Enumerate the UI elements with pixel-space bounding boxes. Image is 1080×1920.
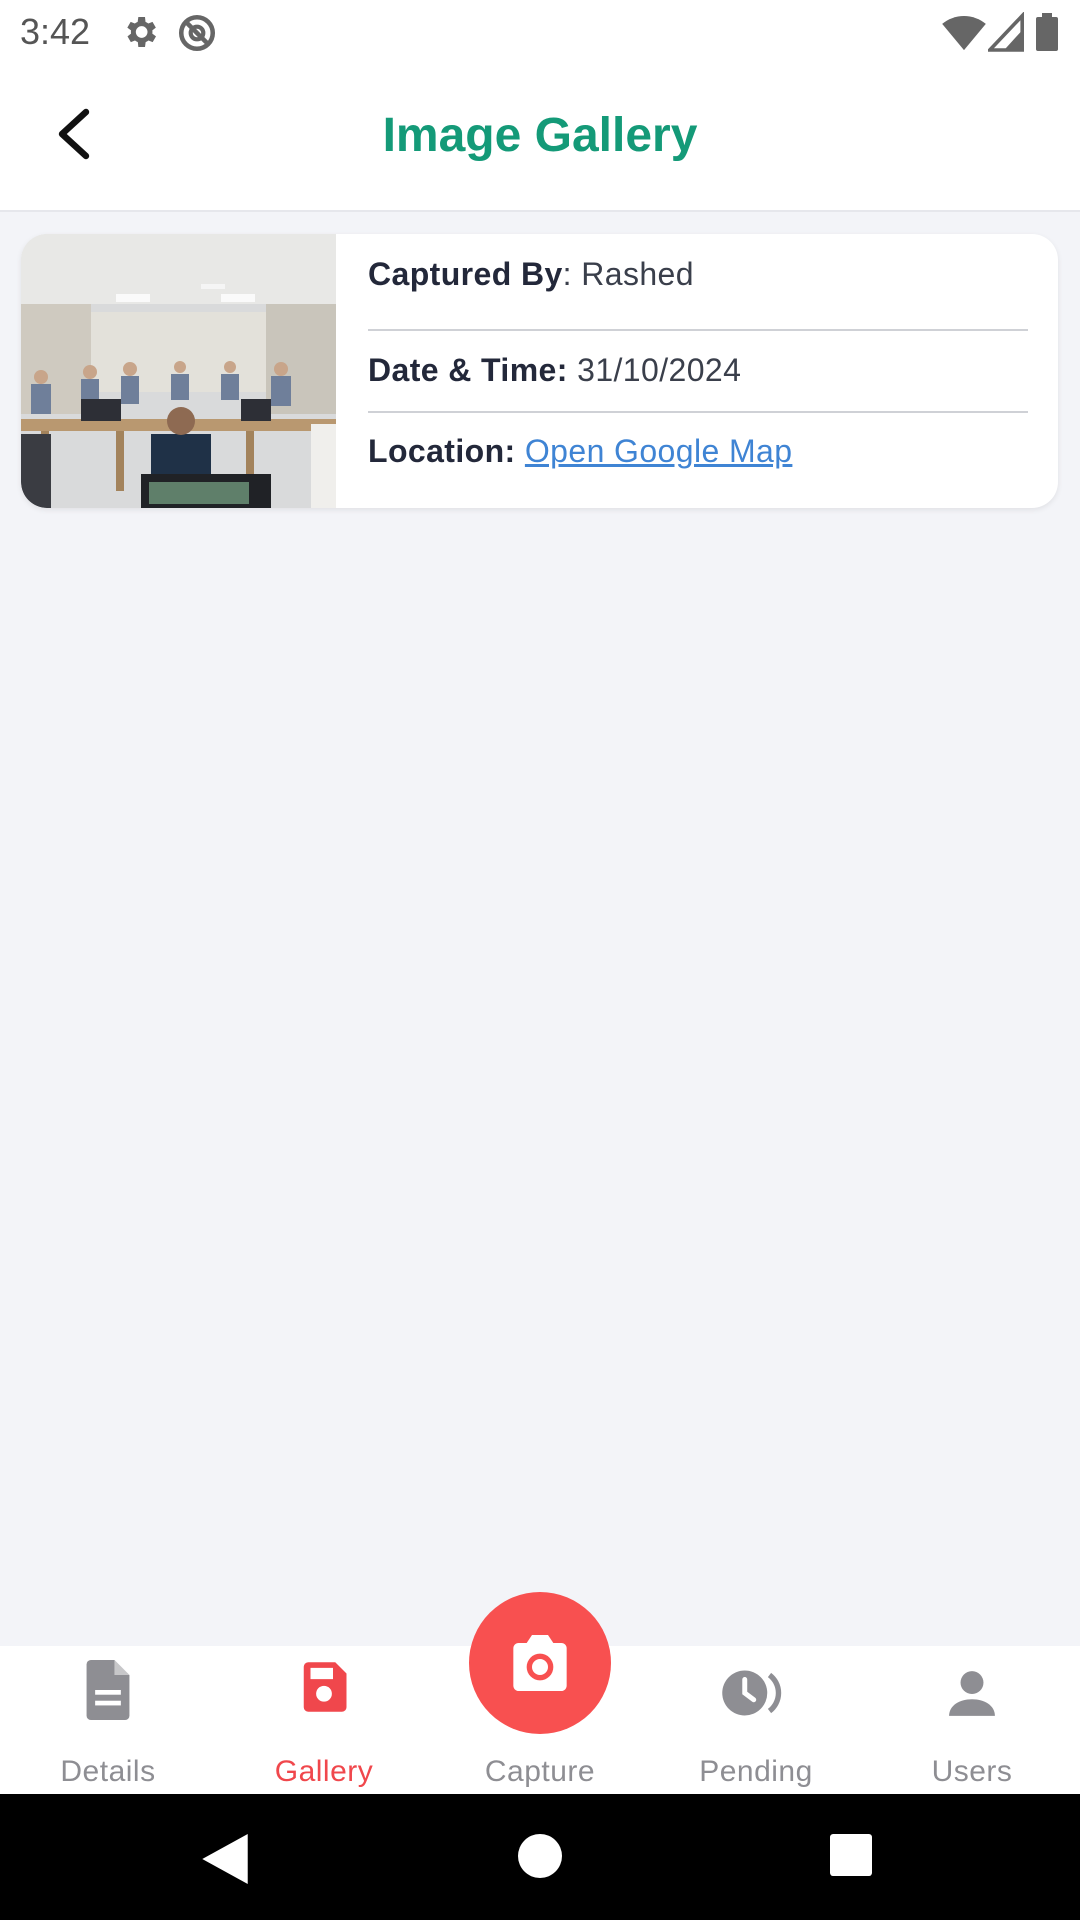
status-time: 3:42 (20, 11, 91, 52)
datetime-label: Date & Time: (368, 352, 568, 388)
pending-clock-icon (720, 1666, 792, 1725)
captured-by-label: Captured By (368, 256, 563, 292)
app-bar: Image Gallery (0, 66, 1080, 212)
settings-icon (120, 12, 160, 57)
nav-item-gallery[interactable]: Gallery (216, 1646, 432, 1794)
nav-label-details: Details (60, 1755, 156, 1788)
document-icon (82, 1660, 134, 1725)
open-google-map-link[interactable]: Open Google Map (525, 433, 793, 469)
page-title: Image Gallery (382, 109, 698, 162)
signal-icon (985, 11, 1024, 57)
location-row: Location: Open Google Map (368, 411, 1028, 492)
nav-item-users[interactable]: Users (864, 1646, 1080, 1794)
nav-label-users: Users (931, 1755, 1013, 1788)
location-label: Location: (368, 433, 516, 469)
nav-label-pending: Pending (699, 1755, 813, 1788)
wifi-icon (942, 12, 986, 57)
captured-by-row: Captured By: Rashed (368, 234, 1028, 315)
nav-label-capture: Capture (484, 1755, 596, 1788)
data-saver-icon (176, 12, 218, 59)
captured-by-colon: : (562, 256, 582, 292)
system-home-icon[interactable] (518, 1834, 562, 1883)
nav-label-gallery: Gallery (274, 1755, 374, 1788)
system-back-icon[interactable] (202, 1834, 248, 1889)
camera-icon (513, 1635, 567, 1691)
system-nav-bar (0, 1794, 1080, 1920)
captured-by-value: Rashed (581, 256, 694, 292)
datetime-value: 31/10/2024 (577, 352, 742, 388)
save-icon (297, 1660, 351, 1719)
image-info: Captured By: Rashed Date & Time: 31/10/2… (368, 234, 1028, 508)
user-icon (946, 1668, 998, 1723)
classroom-photo (21, 234, 336, 508)
datetime-row: Date & Time: 31/10/2024 (368, 330, 1028, 411)
nav-item-details[interactable]: Details (0, 1646, 216, 1794)
status-bar: 3:42 (0, 0, 1080, 66)
nav-item-pending[interactable]: Pending (648, 1646, 864, 1794)
system-recents-icon[interactable] (830, 1834, 872, 1881)
capture-button[interactable] (469, 1592, 611, 1734)
gallery-thumbnail[interactable] (21, 234, 336, 508)
gallery-card[interactable]: Captured By: Rashed Date & Time: 31/10/2… (21, 234, 1058, 508)
battery-icon (1036, 13, 1058, 56)
